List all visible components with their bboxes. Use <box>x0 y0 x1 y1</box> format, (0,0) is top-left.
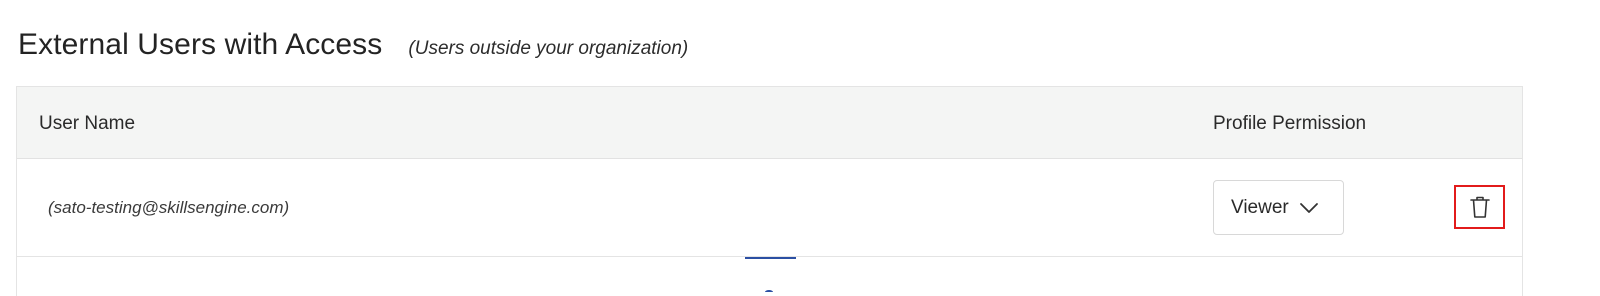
chevron-down-icon <box>1299 202 1318 213</box>
section-heading: External Users with Access (Users outsid… <box>18 28 688 62</box>
external-users-page: External Users with Access (Users outsid… <box>0 0 1600 296</box>
loading-spinner <box>765 290 773 294</box>
user-email: (sato-testing@skillsengine.com) <box>48 198 290 217</box>
table-header: User Name Profile Permission <box>17 87 1522 159</box>
external-users-table: User Name Profile Permission (sato-testi… <box>16 86 1523 296</box>
section-title: External Users with Access <box>18 28 383 61</box>
permission-select-value: Viewer <box>1231 196 1289 218</box>
trash-icon <box>1469 196 1490 218</box>
delete-user-button[interactable] <box>1454 185 1505 229</box>
loading-indicator <box>745 257 796 259</box>
section-subtitle: (Users outside your organization) <box>408 38 689 59</box>
permission-select[interactable]: Viewer <box>1213 180 1344 235</box>
column-header-user-name: User Name <box>39 113 136 134</box>
column-header-profile-permission: Profile Permission <box>1213 113 1367 134</box>
table-row: (sato-testing@skillsengine.com) Viewer <box>17 159 1522 257</box>
